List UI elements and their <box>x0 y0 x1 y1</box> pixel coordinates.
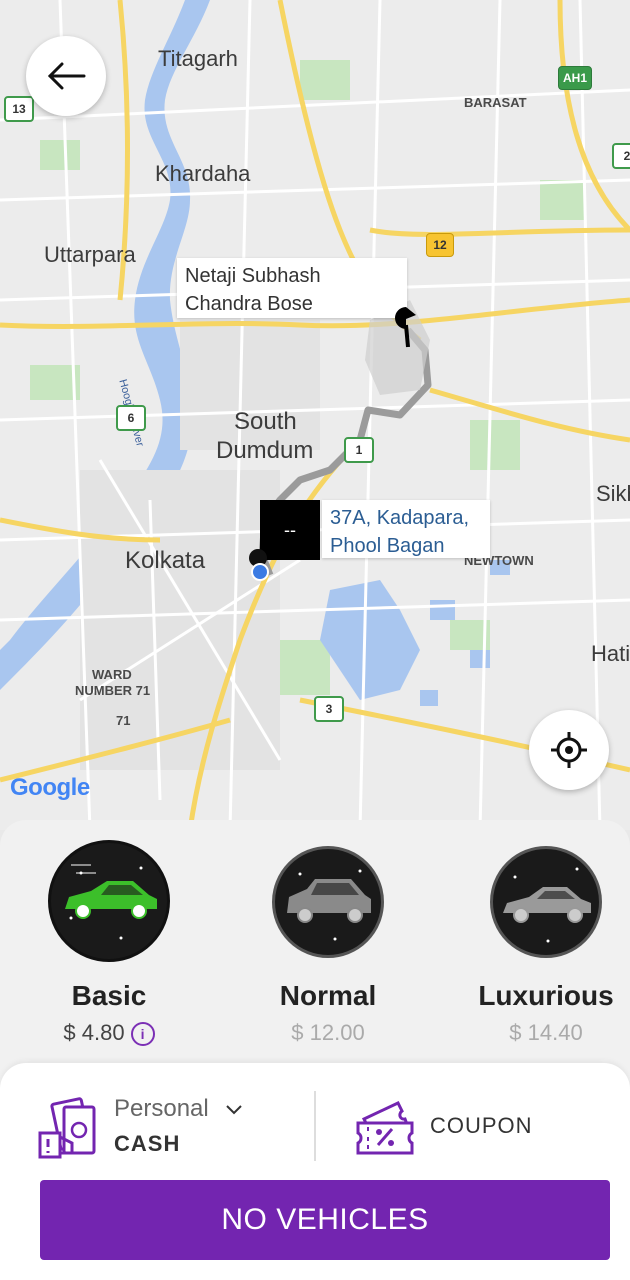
divider <box>314 1091 316 1161</box>
google-logo: Google <box>10 774 90 801</box>
highway-shield-1: 1 <box>344 437 374 463</box>
suv-icon <box>272 846 384 958</box>
highway-shield-6: 6 <box>116 405 146 431</box>
map-label-titagarh: Titagarh <box>158 46 238 71</box>
coupon-label: COUPON <box>430 1113 533 1138</box>
highway-shield-13: 13 <box>4 96 34 122</box>
highway-shield-3: 3 <box>314 696 344 722</box>
map-label-sikh: Sikh <box>596 481 630 506</box>
map-label-barasat: BARASAT <box>464 95 527 110</box>
payment-type: Personal <box>114 1095 243 1123</box>
vehicle-price: $ 12.00 <box>291 1020 365 1045</box>
back-button[interactable] <box>26 36 106 116</box>
booking-sheet: Personal CASH COUPON NO VEHICLES <box>0 1063 630 1280</box>
map-label-71: 71 <box>116 713 131 728</box>
map-label-uttarpara: Uttarpara <box>44 242 136 267</box>
vehicle-option-normal[interactable]: Normal $ 12.00 <box>223 840 433 1060</box>
payment-selector[interactable]: Personal CASH <box>38 1093 298 1163</box>
map-label-ward: WARD <box>92 667 132 682</box>
map-label-south: South <box>234 408 297 435</box>
vehicle-option-basic[interactable]: Basic $ 4.80 i <box>4 840 214 1060</box>
cash-icon <box>38 1097 96 1159</box>
chevron-down-icon <box>226 1104 243 1115</box>
vehicle-price: $ 4.80 i <box>4 1020 214 1047</box>
map-label-khardaha: Khardaha <box>155 161 251 186</box>
map-label-hatis: Hatis <box>591 641 630 666</box>
vehicle-name: Normal <box>279 980 377 1011</box>
vehicle-option-luxurious[interactable]: Luxurious $ 14.40 <box>441 840 630 1060</box>
highway-shield-ah1: AH1 <box>558 66 592 90</box>
destination-flag-icon <box>395 307 416 348</box>
vehicle-name: Basic <box>71 980 147 1011</box>
vehicle-name: Luxurious <box>478 980 614 1011</box>
pickup-callout[interactable]: 37A, Kadapara, Phool Bagan <box>322 500 490 558</box>
vehicle-price: $ 14.40 <box>509 1020 583 1045</box>
no-vehicles-button[interactable]: NO VEHICLES <box>40 1180 610 1260</box>
payment-method: CASH <box>114 1131 181 1156</box>
arrow-left-icon <box>47 62 86 90</box>
info-icon[interactable]: i <box>130 1022 155 1047</box>
sedan-icon <box>490 846 602 958</box>
crosshair-icon <box>551 732 587 768</box>
coupon-button[interactable]: COUPON <box>354 1097 594 1157</box>
highway-shield-2: 2 <box>612 143 630 169</box>
car-icon <box>48 840 170 962</box>
coupon-icon <box>356 1101 414 1155</box>
map-label-ward-number: NUMBER 71 <box>75 683 151 698</box>
current-location-icon <box>249 549 269 581</box>
map-label-kolkata: Kolkata <box>125 547 206 574</box>
destination-callout[interactable]: Netaji Subhash Chandra Bose <box>177 258 407 318</box>
payment-type-label: Personal <box>114 1095 209 1122</box>
vehicle-price-value: $ 4.80 <box>63 1020 125 1045</box>
map-label-dumdum: Dumdum <box>216 437 314 464</box>
locate-me-button[interactable] <box>529 710 609 790</box>
map-view[interactable]: Titagarh Khardaha Uttarpara BARASAT Sout… <box>0 0 630 830</box>
highway-shield-12: 12 <box>426 233 454 257</box>
